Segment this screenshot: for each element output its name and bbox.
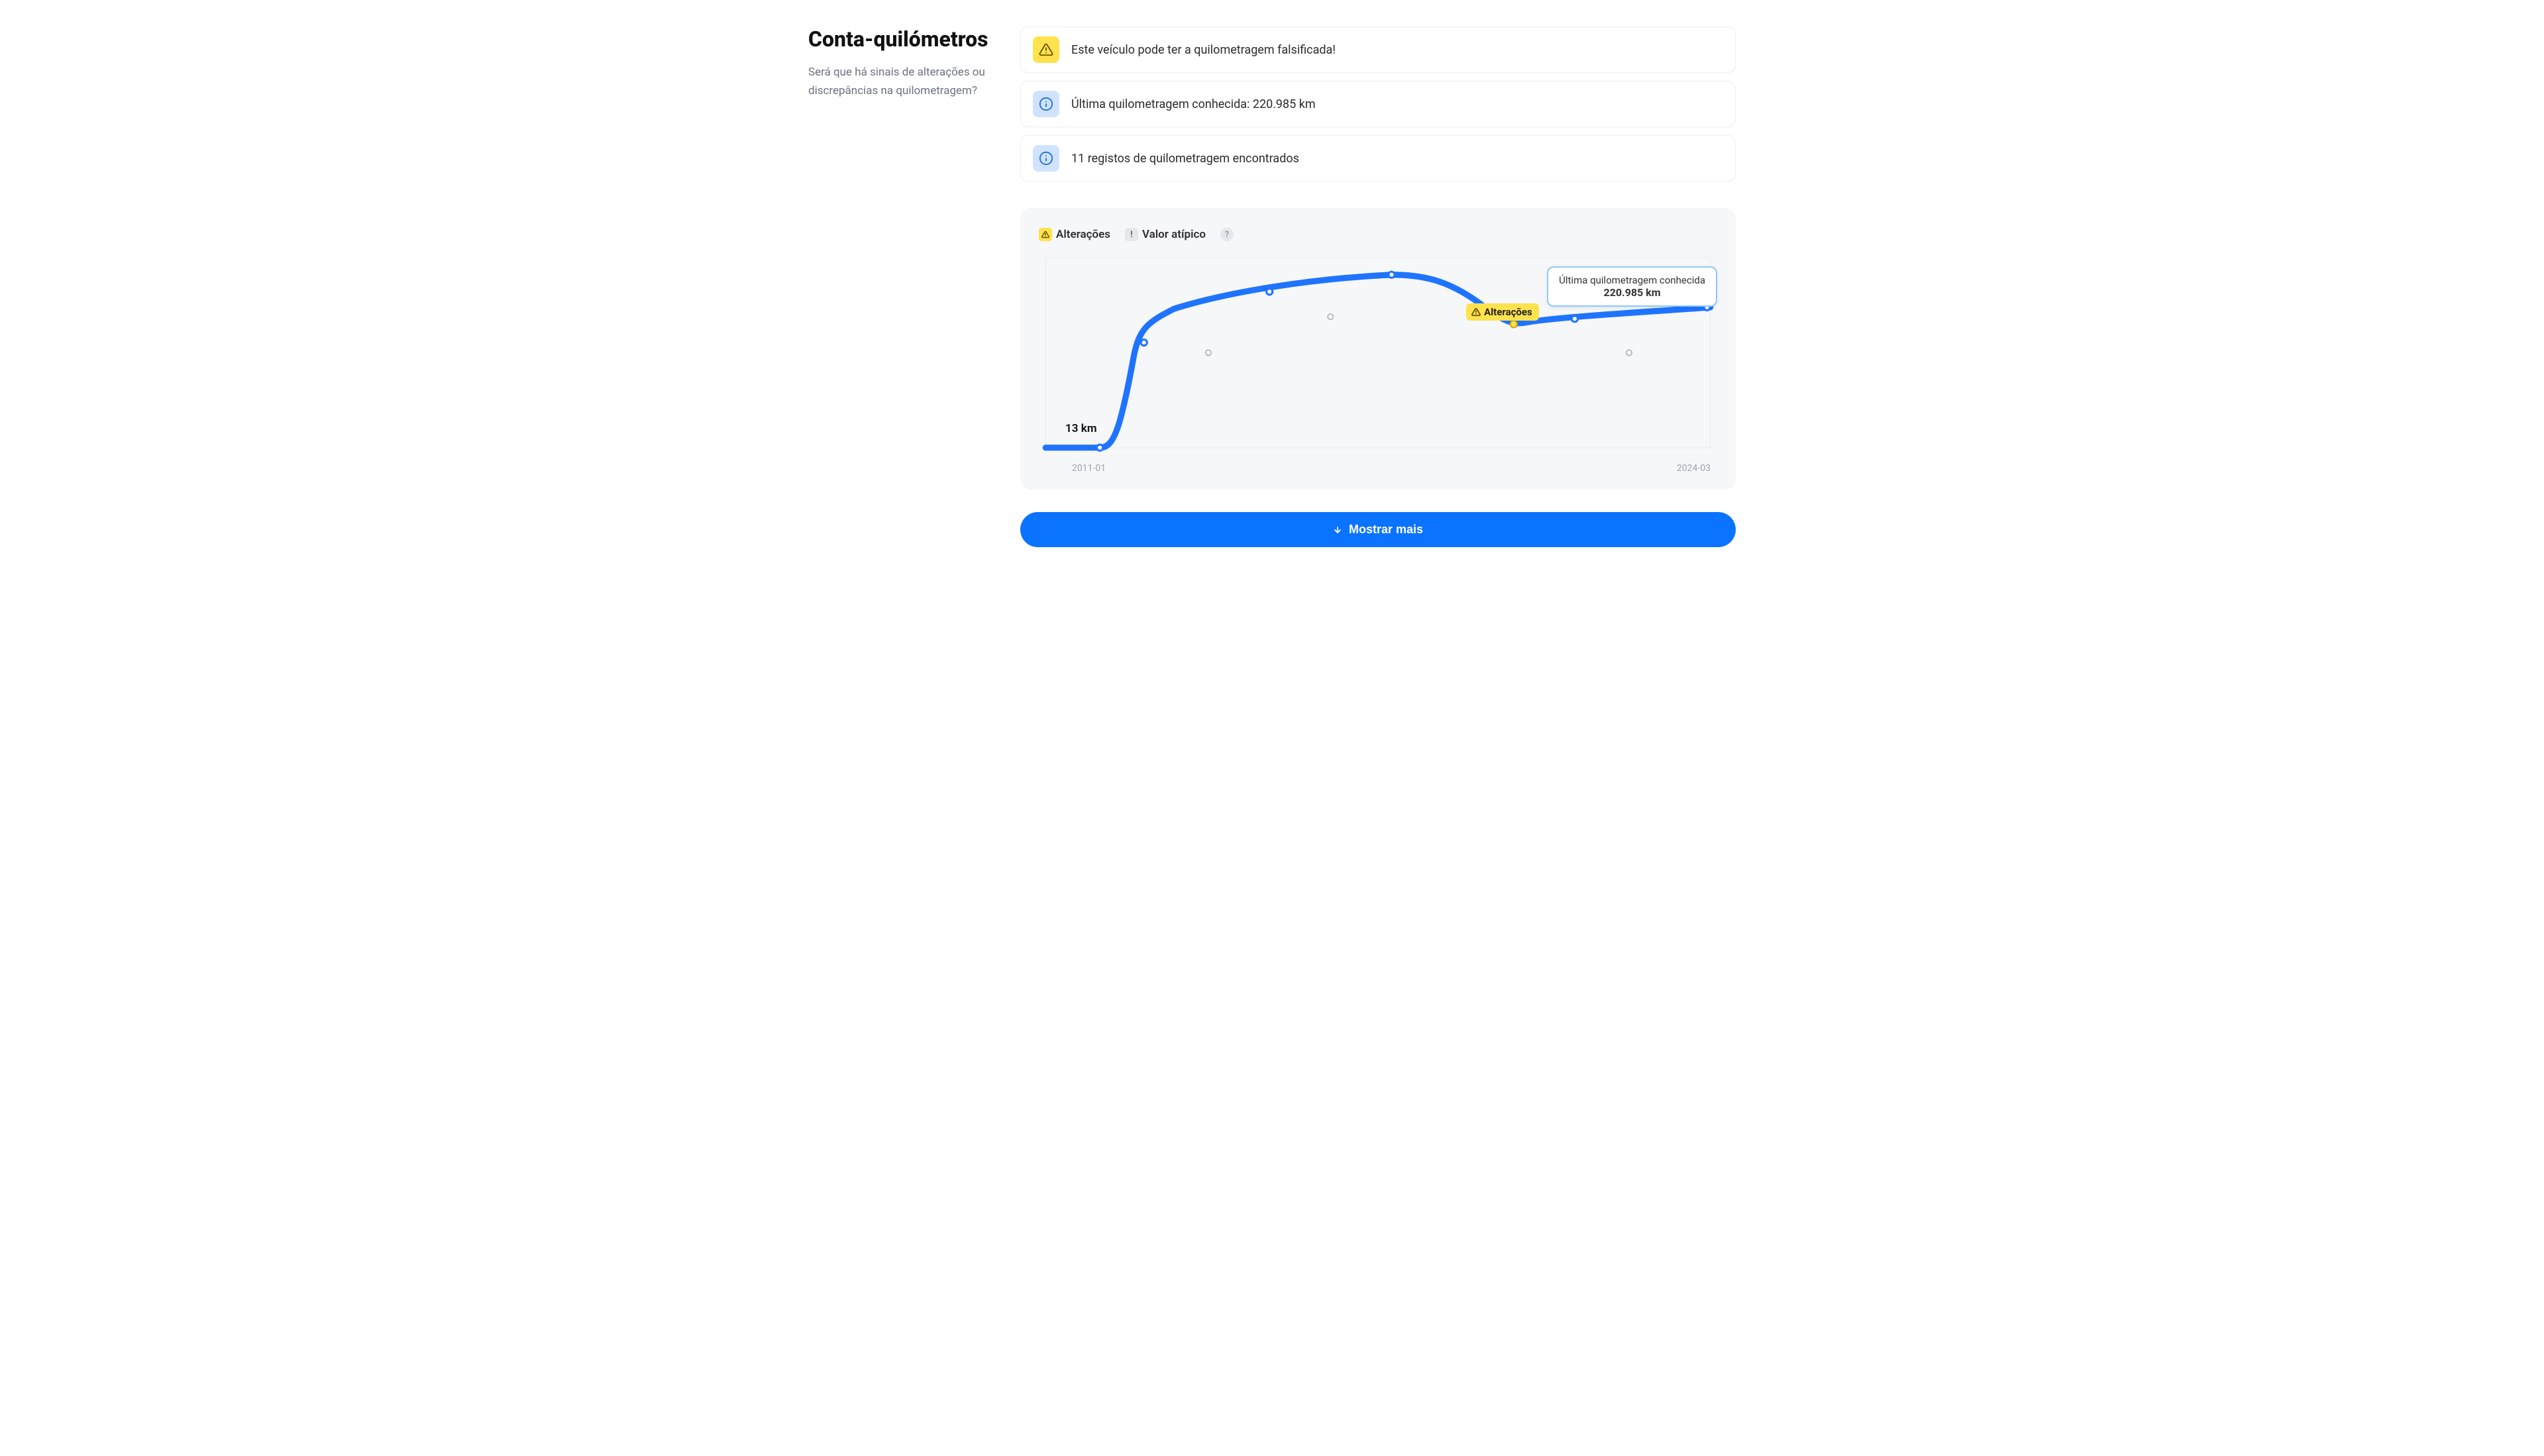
warning-triangle-icon bbox=[1033, 36, 1059, 63]
chart-x-axis: 2011-01 2024-03 bbox=[1039, 458, 1717, 474]
alert-info-records: 11 registos de quilometragem encontrados bbox=[1020, 135, 1736, 182]
help-icon[interactable]: ? bbox=[1220, 228, 1234, 241]
warning-triangle-icon bbox=[1039, 228, 1052, 241]
chart-last-known-tooltip: Última quilometragem conhecida 220.985 k… bbox=[1547, 266, 1717, 307]
alert-warning: Este veículo pode ter a quilometragem fa… bbox=[1020, 26, 1736, 73]
section-subtitle: Será que há sinais de alterações ou disc… bbox=[808, 64, 994, 99]
show-more-button[interactable]: Mostrar mais bbox=[1020, 512, 1736, 547]
section-title: Conta-quilómetros bbox=[808, 26, 994, 52]
tooltip-title: Última quilometragem conhecida bbox=[1559, 274, 1705, 286]
tooltip-value: 220.985 km bbox=[1604, 286, 1661, 299]
x-axis-end: 2024-03 bbox=[1677, 463, 1711, 474]
show-more-label: Mostrar mais bbox=[1349, 523, 1423, 537]
x-axis-start: 2011-01 bbox=[1072, 463, 1106, 474]
legend-alterations-label: Alterações bbox=[1056, 228, 1110, 241]
alert-info-records-text: 11 registos de quilometragem encontrados bbox=[1071, 152, 1299, 166]
section-main: Este veículo pode ter a quilometragem fa… bbox=[1020, 26, 1736, 547]
exclamation-icon: ! bbox=[1125, 228, 1138, 241]
chart-start-label: 13 km bbox=[1065, 422, 1097, 435]
info-circle-icon bbox=[1033, 145, 1059, 172]
mileage-chart-card: Alterações ! Valor atípico ? bbox=[1020, 208, 1736, 490]
section-sidebar: Conta-quilómetros Será que há sinais de … bbox=[808, 26, 994, 547]
legend-outlier: ! Valor atípico bbox=[1125, 228, 1206, 241]
chart-plot-area: 13 km Alterações Última quilometragem co… bbox=[1039, 254, 1717, 458]
chart-alteration-flag-label: Alterações bbox=[1484, 306, 1532, 318]
alert-info-mileage: Última quilometragem conhecida: 220.985 … bbox=[1020, 81, 1736, 127]
legend-alterations: Alterações bbox=[1039, 228, 1110, 241]
legend-outlier-label: Valor atípico bbox=[1142, 228, 1206, 241]
alert-warning-text: Este veículo pode ter a quilometragem fa… bbox=[1071, 43, 1336, 57]
warning-triangle-icon bbox=[1471, 307, 1481, 317]
alert-info-mileage-text: Última quilometragem conhecida: 220.985 … bbox=[1071, 97, 1316, 111]
chart-legend: Alterações ! Valor atípico ? bbox=[1039, 228, 1717, 241]
chart-alteration-flag[interactable]: Alterações bbox=[1466, 303, 1539, 321]
arrow-down-icon bbox=[1333, 525, 1342, 535]
info-circle-icon bbox=[1033, 91, 1059, 117]
